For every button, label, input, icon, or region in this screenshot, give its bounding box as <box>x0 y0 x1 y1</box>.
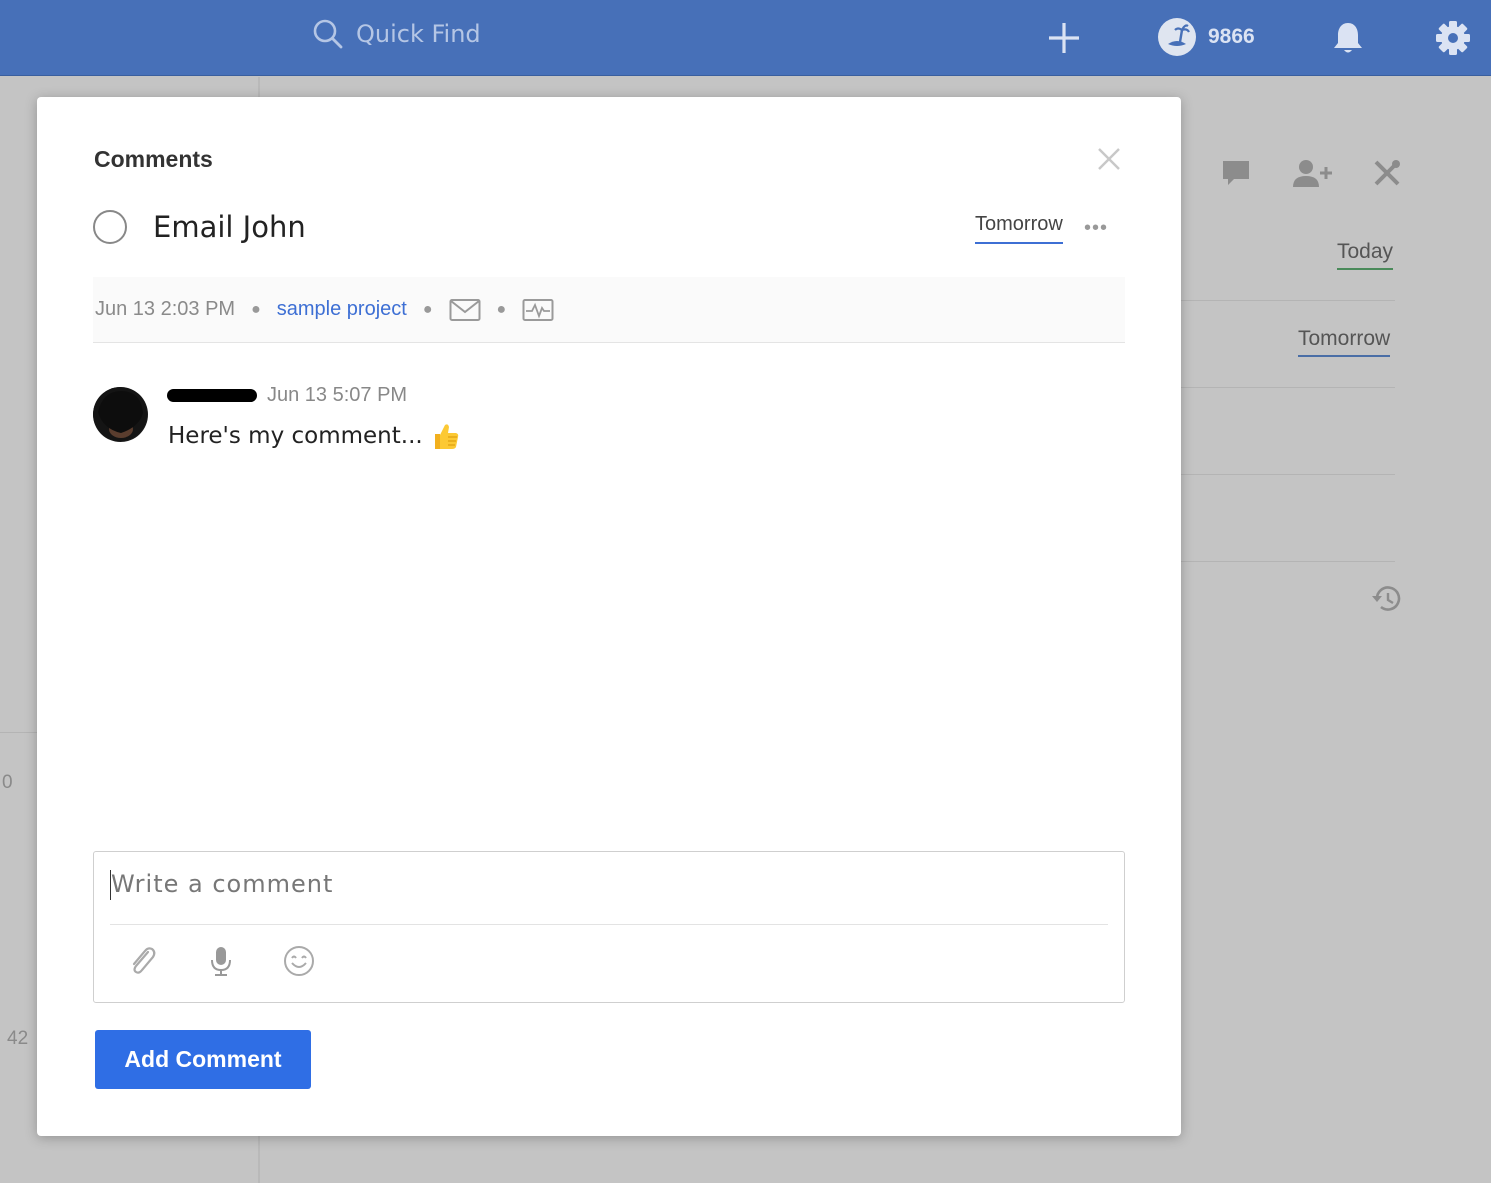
add-comment-button[interactable]: Add Comment <box>95 1030 311 1089</box>
close-icon[interactable] <box>1095 145 1123 173</box>
sidebar-count: 42 <box>7 1028 29 1049</box>
quick-find-placeholder: Quick Find <box>356 20 481 48</box>
karma-icon <box>1158 18 1196 56</box>
more-options-icon[interactable]: ••• <box>1084 217 1108 240</box>
tools-icon[interactable] <box>1372 158 1402 188</box>
comments-modal: Comments Email John Tomorrow ••• Jun 13 … <box>37 97 1181 1136</box>
task-row-divider <box>1181 387 1395 388</box>
editor-divider <box>110 924 1108 925</box>
comment-body: Here's my comment... <box>168 421 461 451</box>
task-name: Email John <box>153 210 306 244</box>
thumbs-up-icon <box>434 424 458 449</box>
modal-title: Comments <box>94 146 213 172</box>
task-row-divider <box>1181 561 1395 562</box>
add-task-icon[interactable] <box>1046 20 1082 56</box>
paperclip-icon[interactable] <box>126 944 160 978</box>
due-date-tomorrow[interactable]: Tomorrow <box>1298 327 1391 357</box>
comment-input[interactable]: Write a comment <box>111 870 333 898</box>
sidebar-count: 0 <box>2 772 13 793</box>
task-created-date: Jun 13 2:03 PM <box>95 298 236 320</box>
separator-dot: ● <box>422 300 433 318</box>
search-icon <box>313 19 343 49</box>
project-link[interactable]: sample project <box>277 298 407 321</box>
add-person-icon[interactable] <box>1292 158 1334 188</box>
redacted-author-name <box>167 389 257 402</box>
task-row-divider <box>1181 300 1395 301</box>
task-meta-bar: Jun 13 2:03 PM ● sample project ● ● <box>93 277 1125 343</box>
email-icon[interactable] <box>449 298 481 322</box>
top-bar: Quick Find 9866 <box>0 0 1491 76</box>
karma-indicator[interactable]: 9866 <box>1158 18 1255 56</box>
bell-icon[interactable] <box>1331 20 1365 56</box>
task-due-date[interactable]: Tomorrow <box>975 213 1063 244</box>
separator-dot: ● <box>251 300 261 318</box>
emoji-icon[interactable] <box>282 944 316 978</box>
comment-editor[interactable]: Write a comment <box>93 851 1125 1003</box>
microphone-icon[interactable] <box>204 944 238 978</box>
task-row-divider <box>1181 474 1395 475</box>
quick-find[interactable]: Quick Find <box>312 18 481 50</box>
comment-text: Here's my comment... <box>168 423 423 449</box>
comment-timestamp: Jun 13 5:07 PM <box>267 384 408 406</box>
due-date-today[interactable]: Today <box>1337 240 1394 270</box>
avatar <box>93 387 148 442</box>
karma-points: 9866 <box>1208 25 1255 48</box>
separator-dot: ● <box>496 300 507 318</box>
history-icon[interactable] <box>1370 583 1404 615</box>
comment-icon[interactable] <box>1220 158 1252 188</box>
gear-icon[interactable] <box>1434 19 1472 57</box>
task-complete-checkbox[interactable] <box>93 210 127 244</box>
activity-icon[interactable] <box>522 298 554 322</box>
